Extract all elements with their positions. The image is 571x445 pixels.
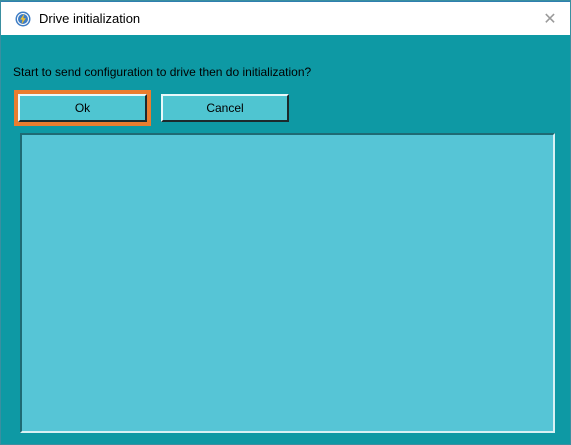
dialog-window: Drive initialization ✕ Start to send con… [0,0,571,445]
close-button[interactable]: ✕ [530,2,570,36]
cancel-button[interactable]: Cancel [161,94,289,122]
dialog-body: Start to send configuration to drive the… [1,35,570,444]
prompt-message: Start to send configuration to drive the… [13,65,312,79]
close-icon: ✕ [543,11,557,28]
title-bar[interactable]: Drive initialization ✕ [1,1,570,36]
window-title: Drive initialization [39,11,141,26]
ok-button[interactable]: Ok [18,94,147,122]
app-logo-icon [15,11,31,27]
output-log-area[interactable] [20,133,555,433]
